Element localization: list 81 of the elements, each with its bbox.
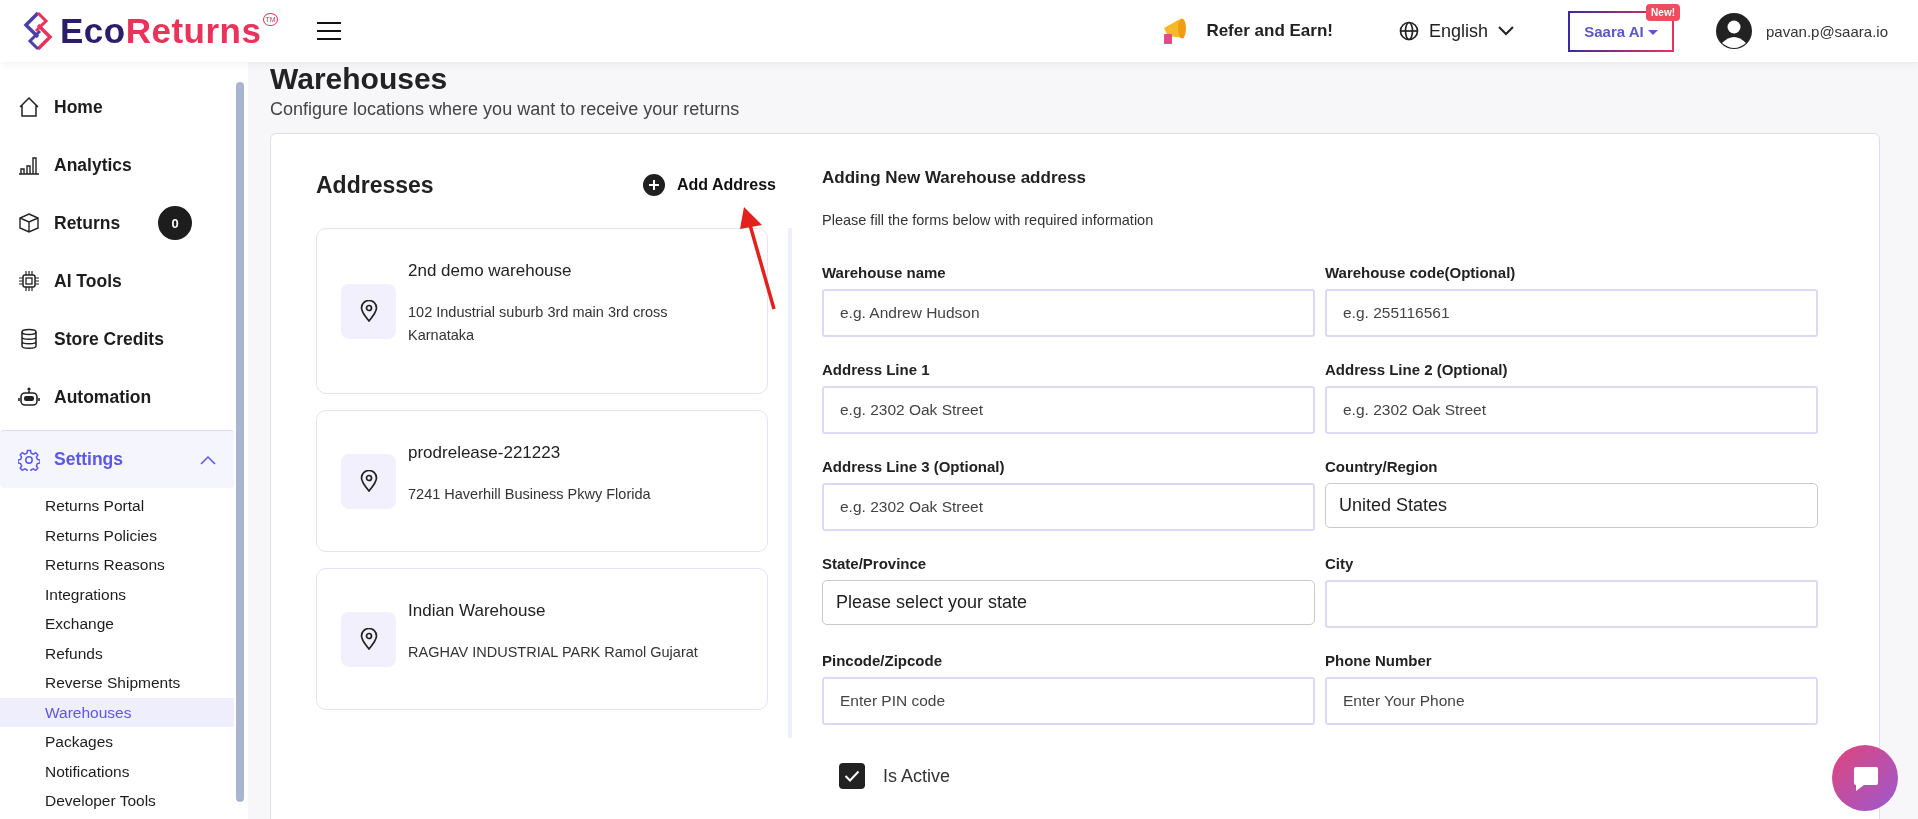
- input-field[interactable]: e.g. 2302 Oak Street: [1325, 386, 1818, 434]
- settings-icon: [18, 448, 40, 471]
- address-line: Karnataka: [408, 326, 476, 345]
- nav-subitem[interactable]: Reverse Shipments: [0, 668, 234, 698]
- field-label: Address Line 3 (Optional): [822, 458, 1006, 475]
- new-badge: New!: [1646, 3, 1680, 21]
- nav-subitem[interactable]: Integrations: [0, 579, 234, 609]
- field-label: Warehouse name: [822, 264, 947, 281]
- avatar-icon[interactable]: [1716, 13, 1752, 49]
- input-field[interactable]: Enter PIN code: [822, 677, 1315, 725]
- field-label: Address Line 1: [822, 361, 931, 378]
- input-field[interactable]: e.g. 2302 Oak Street: [822, 386, 1315, 434]
- nav-item[interactable]: Automation: [0, 368, 234, 426]
- language-selector[interactable]: English: [1398, 20, 1514, 42]
- home-icon: [18, 96, 40, 118]
- checkbox-label: Is Active: [883, 765, 951, 787]
- input-field[interactable]: Enter Your Phone: [1325, 677, 1818, 725]
- field-label: State/Province: [822, 555, 928, 572]
- count-badge: 0: [158, 206, 193, 240]
- input-field[interactable]: e.g. 2302 Oak Street: [822, 483, 1315, 531]
- checkmark-icon: [844, 770, 860, 782]
- input-field[interactable]: [1325, 580, 1818, 628]
- nav-subitem[interactable]: Exchange: [0, 609, 234, 639]
- field-label: Address Line 2 (Optional): [1325, 361, 1509, 378]
- bar-chart-icon: [18, 154, 40, 176]
- checkbox[interactable]: [839, 763, 865, 789]
- robot-icon: [18, 386, 40, 408]
- form-hint: Please fill the forms below with required information: [822, 212, 1155, 228]
- input-field[interactable]: e.g. Andrew Hudson: [822, 289, 1315, 337]
- nav-item[interactable]: Store Credits: [0, 310, 234, 368]
- section-heading: Addresses: [316, 171, 434, 199]
- caret-icon: [1647, 30, 1658, 36]
- user-email: pavan.p@saara.io: [1766, 22, 1888, 40]
- select-field[interactable]: Please select your state: [822, 580, 1315, 625]
- form-title: Adding New Warehouse address: [822, 168, 1087, 188]
- location-pin-icon: [359, 628, 378, 650]
- nav-item[interactable]: Analytics: [0, 136, 234, 194]
- warehouse-name: 2nd demo warehouse: [408, 261, 573, 281]
- logo-text: EcoReturns: [60, 11, 262, 51]
- nav-item[interactable]: Returns 0: [0, 194, 234, 252]
- chip-icon: [18, 270, 40, 292]
- warehouse-name: prodrelease-221223: [408, 442, 562, 463]
- field-label: Warehouse code(Optional): [1325, 264, 1517, 281]
- plus-icon: [643, 174, 665, 196]
- nav-subitem[interactable]: Returns Portal: [0, 491, 234, 521]
- nav-subitem[interactable]: Packages: [0, 727, 234, 757]
- field-label: Phone Number: [1325, 652, 1433, 669]
- scrollbar[interactable]: [236, 82, 244, 802]
- location-pin-icon: [359, 470, 378, 492]
- address-line: 102 Industrial suburb 3rd main 3rd cross: [408, 303, 668, 322]
- page-title: Warehouses: [270, 62, 449, 94]
- globe-icon: [1398, 21, 1419, 41]
- nav-subitem[interactable]: Warehouses: [0, 697, 234, 727]
- add-address-button[interactable]: Add Address: [643, 174, 776, 196]
- location-pin-icon: [359, 300, 378, 322]
- menu-icon[interactable]: [315, 21, 342, 41]
- field-label: City: [1325, 555, 1355, 572]
- nav-subitem[interactable]: Refunds: [0, 638, 234, 668]
- input-field[interactable]: e.g. 255116561: [1325, 289, 1818, 337]
- field-label: Pincode/Zipcode: [822, 652, 943, 669]
- address-card[interactable]: prodrelease-221223 7241 Haverhill Business Pkwy Florida: [316, 410, 769, 552]
- nav-item[interactable]: Settings: [0, 430, 234, 488]
- address-card[interactable]: Indian Warehouse RAGHAV INDUSTRIAL PARK Ramol Gujarat: [316, 568, 769, 710]
- select-field[interactable]: United States: [1325, 483, 1818, 528]
- address-line: RAGHAV INDUSTRIAL PARK Ramol Gujarat: [408, 642, 698, 662]
- page-subtitle: Configure locations where you want to receive your returns: [270, 99, 741, 120]
- nav-subitem[interactable]: Returns Reasons: [0, 550, 234, 580]
- address-line: 7241 Haverhill Business Pkwy Florida: [408, 484, 651, 504]
- database-icon: [18, 328, 40, 350]
- nav-item[interactable]: Home: [0, 78, 234, 136]
- address-card[interactable]: 2nd demo warehouse 102 Industrial suburb 3rd main 3rd cross Karnataka: [316, 228, 769, 394]
- field-label: Country/Region: [1325, 458, 1439, 475]
- warehouse-name: Indian Warehouse: [408, 600, 547, 621]
- nav-subitem[interactable]: Notifications: [0, 756, 234, 786]
- nav-item[interactable]: AI Tools: [0, 252, 234, 310]
- logo-icon: [22, 11, 54, 51]
- nav-subitem[interactable]: Returns Policies: [0, 520, 234, 550]
- nav-subitem[interactable]: Developer Tools: [0, 786, 234, 816]
- box-icon: [18, 212, 40, 234]
- chevron-down-icon: [1498, 26, 1514, 36]
- refer-link[interactable]: Refer and Earn!: [1206, 21, 1333, 41]
